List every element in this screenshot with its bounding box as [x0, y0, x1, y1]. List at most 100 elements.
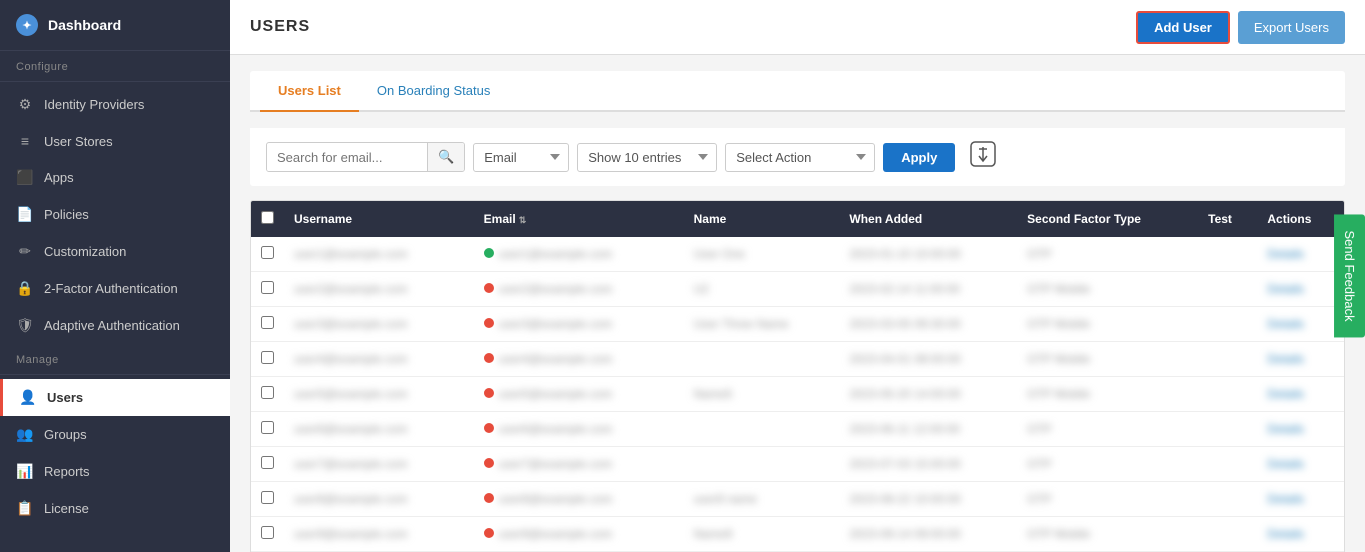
- cell-name: User One: [684, 237, 840, 272]
- sidebar: ✦ Dashboard Configure ⚙ Identity Provide…: [0, 0, 230, 552]
- row-checkbox[interactable]: [261, 456, 274, 469]
- page-title: USERS: [250, 18, 310, 36]
- users-table-wrapper: Username Email⇅ Name When Added Second F…: [250, 200, 1345, 552]
- row-checkbox[interactable]: [261, 491, 274, 504]
- action-link[interactable]: Details: [1267, 352, 1304, 366]
- cell-action[interactable]: Details: [1257, 517, 1344, 552]
- filter-bar: 🔍 EmailUsernameName Show 10 entriesShow …: [250, 128, 1345, 186]
- cell-when-added: 2023-06-11 12:00:00: [839, 412, 1017, 447]
- sidebar-item-apps[interactable]: ⬛ Apps: [0, 159, 230, 196]
- cell-test: [1198, 377, 1257, 412]
- dashboard-icon: ✦: [16, 14, 38, 36]
- cell-action[interactable]: Details: [1257, 412, 1344, 447]
- email-sort-icon[interactable]: ⇅: [519, 215, 527, 225]
- sidebar-item-license[interactable]: 📋 License: [0, 490, 230, 527]
- row-checkbox-cell[interactable]: [251, 377, 284, 412]
- cell-email: user3@example.com: [474, 307, 684, 342]
- cell-action[interactable]: Details: [1257, 272, 1344, 307]
- content-area: Users List On Boarding Status 🔍 EmailUse…: [230, 55, 1365, 552]
- row-checkbox[interactable]: [261, 316, 274, 329]
- row-checkbox[interactable]: [261, 246, 274, 259]
- sidebar-logo[interactable]: ✦ Dashboard: [0, 0, 230, 51]
- cell-second-factor: OTP: [1017, 482, 1198, 517]
- sidebar-logo-label: Dashboard: [48, 17, 121, 33]
- cell-second-factor: OTP: [1017, 447, 1198, 482]
- sidebar-item-adaptive-auth[interactable]: 🛡 Adaptive Authentication: [0, 307, 230, 344]
- cell-test: [1198, 447, 1257, 482]
- action-link[interactable]: Details: [1267, 247, 1304, 261]
- cell-username: user6@example.com: [284, 412, 474, 447]
- tab-on-boarding-status[interactable]: On Boarding Status: [359, 71, 508, 112]
- sidebar-item-user-stores[interactable]: ≡ User Stores: [0, 123, 230, 159]
- row-checkbox[interactable]: [261, 386, 274, 399]
- cell-test: [1198, 342, 1257, 377]
- cell-username: user3@example.com: [284, 307, 474, 342]
- sidebar-item-label: Apps: [44, 170, 74, 185]
- row-checkbox[interactable]: [261, 526, 274, 539]
- col-test: Test: [1198, 201, 1257, 237]
- cell-email: user8@example.com: [474, 482, 684, 517]
- export-users-button[interactable]: Export Users: [1238, 11, 1345, 44]
- users-table: Username Email⇅ Name When Added Second F…: [251, 201, 1344, 552]
- sidebar-item-groups[interactable]: 👥 Groups: [0, 416, 230, 453]
- row-checkbox-cell[interactable]: [251, 517, 284, 552]
- tab-users-list[interactable]: Users List: [260, 71, 359, 112]
- row-checkbox[interactable]: [261, 281, 274, 294]
- license-icon: 📋: [16, 500, 34, 517]
- cell-action[interactable]: Details: [1257, 342, 1344, 377]
- sidebar-item-identity-providers[interactable]: ⚙ Identity Providers: [0, 86, 230, 123]
- row-checkbox-cell[interactable]: [251, 237, 284, 272]
- 2fa-icon: 🔒: [16, 280, 34, 297]
- row-checkbox-cell[interactable]: [251, 272, 284, 307]
- row-checkbox-cell[interactable]: [251, 482, 284, 517]
- apply-button[interactable]: Apply: [883, 143, 955, 172]
- select-all-checkbox[interactable]: [261, 211, 274, 224]
- select-all-checkbox-header[interactable]: [251, 201, 284, 237]
- cell-action[interactable]: Details: [1257, 237, 1344, 272]
- row-checkbox[interactable]: [261, 351, 274, 364]
- row-checkbox-cell[interactable]: [251, 447, 284, 482]
- send-feedback-tab[interactable]: Send Feedback: [1334, 214, 1365, 337]
- sidebar-item-users[interactable]: 👤 Users: [0, 379, 230, 416]
- action-link[interactable]: Details: [1267, 387, 1304, 401]
- cell-action[interactable]: Details: [1257, 377, 1344, 412]
- customization-icon: ✏: [16, 243, 34, 260]
- sidebar-item-customization[interactable]: ✏ Customization: [0, 233, 230, 270]
- cell-action[interactable]: Details: [1257, 307, 1344, 342]
- action-link[interactable]: Details: [1267, 457, 1304, 471]
- search-button[interactable]: 🔍: [427, 143, 464, 171]
- cell-test: [1198, 237, 1257, 272]
- row-checkbox-cell[interactable]: [251, 307, 284, 342]
- table-row: user5@example.com user5@example.com Name…: [251, 377, 1344, 412]
- cell-action[interactable]: Details: [1257, 482, 1344, 517]
- manage-divider: [0, 374, 230, 375]
- show-entries-select[interactable]: Show 10 entriesShow 25 entriesShow 50 en…: [577, 143, 717, 172]
- action-link[interactable]: Details: [1267, 422, 1304, 436]
- apps-icon: ⬛: [16, 169, 34, 186]
- sidebar-item-2fa[interactable]: 🔒 2-Factor Authentication: [0, 270, 230, 307]
- cell-username: user5@example.com: [284, 377, 474, 412]
- search-input[interactable]: [267, 144, 427, 171]
- cell-action[interactable]: Details: [1257, 447, 1344, 482]
- action-link[interactable]: Details: [1267, 527, 1304, 541]
- select-action-select[interactable]: Select ActionDeleteEnableDisable: [725, 143, 875, 172]
- row-checkbox-cell[interactable]: [251, 412, 284, 447]
- import-icon[interactable]: [969, 140, 997, 174]
- row-checkbox-cell[interactable]: [251, 342, 284, 377]
- cell-email: user1@example.com: [474, 237, 684, 272]
- main-area: USERS Add User Export Users Users List O…: [230, 0, 1365, 552]
- sidebar-item-label: 2-Factor Authentication: [44, 281, 178, 296]
- email-filter-select[interactable]: EmailUsernameName: [473, 143, 569, 172]
- sidebar-item-reports[interactable]: 📊 Reports: [0, 453, 230, 490]
- action-link[interactable]: Details: [1267, 492, 1304, 506]
- users-icon: 👤: [19, 389, 37, 406]
- cell-second-factor: OTP: [1017, 412, 1198, 447]
- action-link[interactable]: Details: [1267, 282, 1304, 296]
- cell-email: user9@example.com: [474, 517, 684, 552]
- action-link[interactable]: Details: [1267, 317, 1304, 331]
- manage-section-label: Manage: [0, 344, 230, 370]
- cell-when-added: 2023-01-10 10:00:00: [839, 237, 1017, 272]
- add-user-button[interactable]: Add User: [1136, 11, 1230, 44]
- row-checkbox[interactable]: [261, 421, 274, 434]
- sidebar-item-policies[interactable]: 📄 Policies: [0, 196, 230, 233]
